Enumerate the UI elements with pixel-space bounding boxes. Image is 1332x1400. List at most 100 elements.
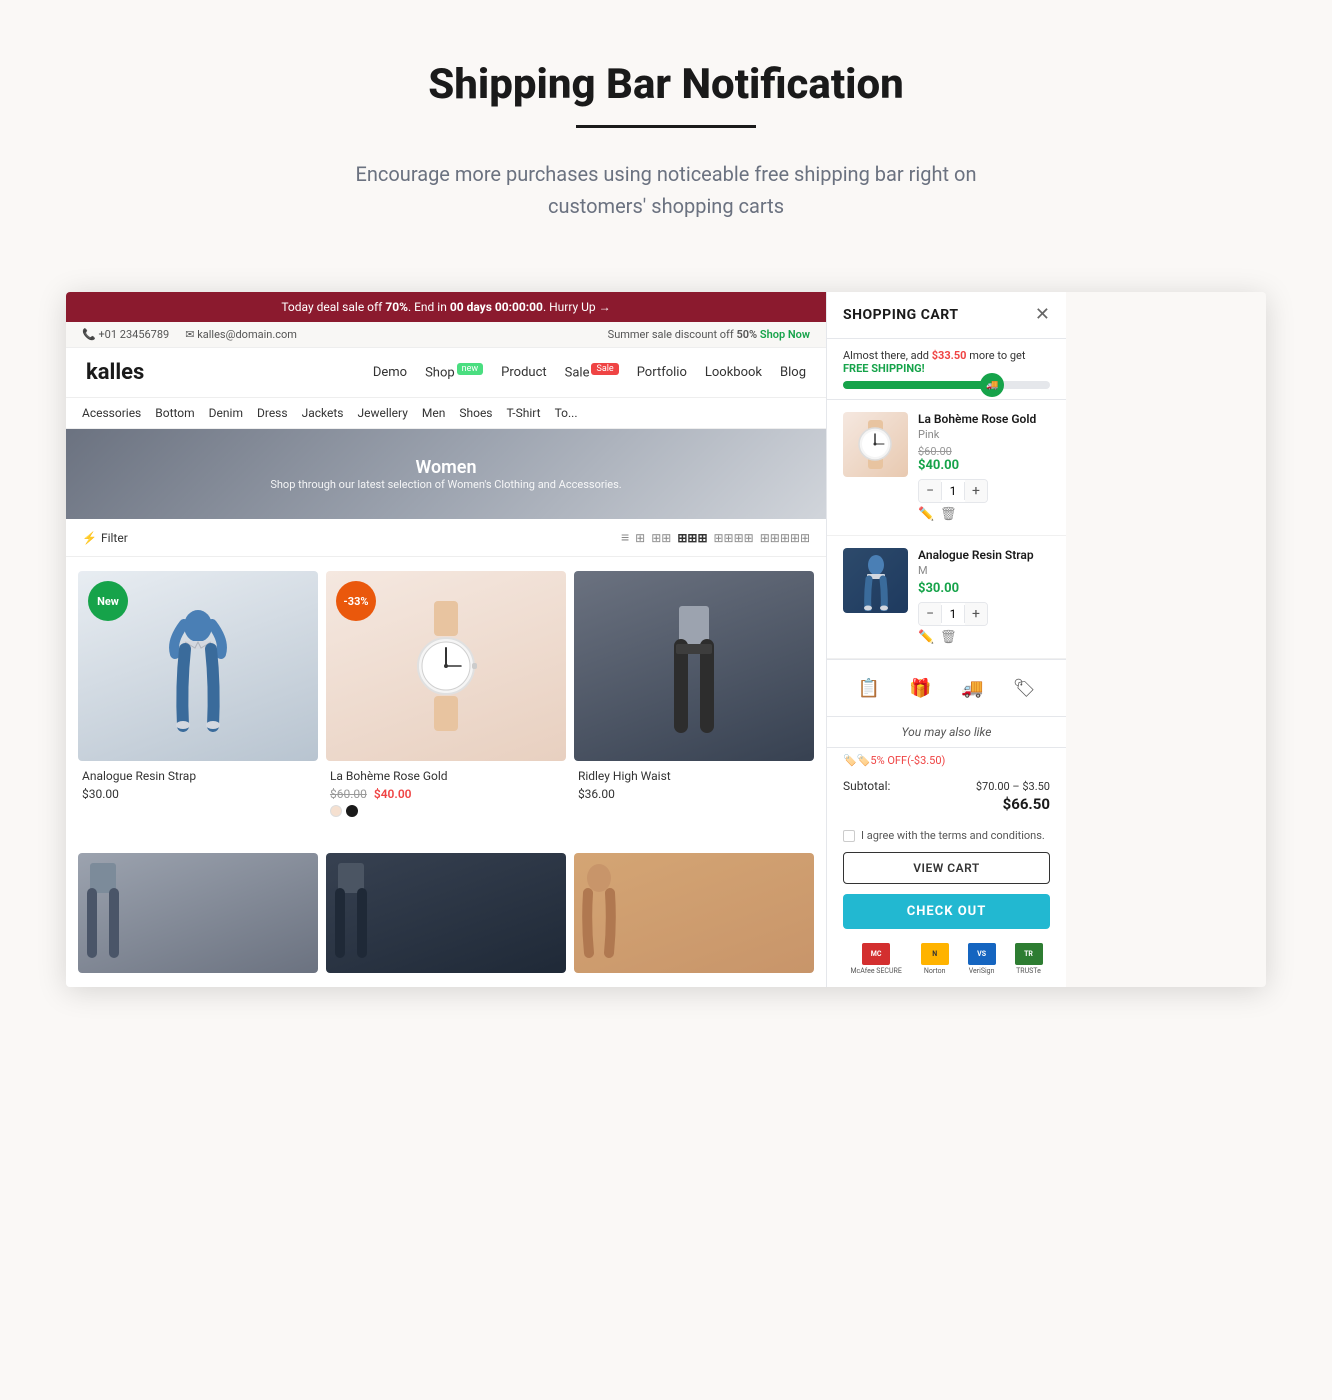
norton-icon: N xyxy=(921,943,949,965)
cart-feature-wishlist-icon[interactable]: 📋 xyxy=(851,670,887,706)
cart-item-details: Analogue Resin Strap M $30.00 − 1 + ✏️ 🗑 xyxy=(918,548,1050,646)
qty-decrease-button[interactable]: − xyxy=(919,480,941,502)
progress-fill xyxy=(843,381,998,389)
pants-svg xyxy=(659,586,729,746)
product-image-small[interactable] xyxy=(574,853,814,973)
truste-label: TRUSTe xyxy=(1016,967,1041,975)
shop-side: Today deal sale off 70%. End in 00 days … xyxy=(66,292,826,987)
truste-badge: TR TRUSTe xyxy=(1015,943,1043,975)
qty-increase-button[interactable]: + xyxy=(965,603,987,625)
qty-value: 1 xyxy=(941,482,965,500)
product-price: $60.00 $40.00 xyxy=(330,787,562,801)
verisign-label: VeriSign xyxy=(969,967,995,975)
cat-dress[interactable]: Dress xyxy=(257,406,288,420)
norton-badge: N Norton xyxy=(921,943,949,975)
product-name: Ridley High Waist xyxy=(578,769,810,783)
grid-4col-icon[interactable]: ⊞⊞⊞ xyxy=(677,531,707,545)
jogger-svg xyxy=(163,586,233,746)
grid-5col-icon[interactable]: ⊞⊞⊞⊞ xyxy=(714,531,754,545)
nav-portfolio[interactable]: Portfolio xyxy=(637,365,687,380)
cart-feature-shipping-icon[interactable]: 🚚 xyxy=(954,670,990,706)
cat-denim[interactable]: Denim xyxy=(209,406,243,420)
cart-feature-tag-icon[interactable]: 🏷 xyxy=(1006,670,1042,706)
cart-close-button[interactable]: ✕ xyxy=(1035,306,1050,324)
product-image[interactable]: -33% xyxy=(326,571,566,761)
filter-button[interactable]: ⚡ Filter xyxy=(82,531,128,545)
logo: kalles xyxy=(86,360,144,385)
delete-icon[interactable]: 🗑 xyxy=(940,630,956,646)
shipping-progress-bar: 🚚 xyxy=(843,381,1050,389)
grid-list-icon[interactable]: ≡ xyxy=(621,529,629,546)
quantity-control: − 1 + xyxy=(918,602,988,626)
product-image[interactable] xyxy=(574,571,814,761)
color-dot[interactable] xyxy=(330,805,342,817)
products-grid-row2 xyxy=(66,839,826,987)
cart-header: SHOPPING CART ✕ xyxy=(827,292,1066,339)
product-image[interactable]: New xyxy=(78,571,318,761)
nav-lookbook[interactable]: Lookbook xyxy=(705,365,762,380)
cat-bottom[interactable]: Bottom xyxy=(155,406,194,420)
edit-icon[interactable]: ✏️ xyxy=(918,630,934,646)
checkout-button[interactable]: CHECK OUT xyxy=(843,894,1050,929)
hero-section: Women Shop through our latest selection … xyxy=(66,429,826,519)
nav-blog[interactable]: Blog xyxy=(780,365,806,380)
announcement-text: Today deal sale off 70%. End in 00 days … xyxy=(281,300,610,314)
cart-side: SHOPPING CART ✕ Almost there, add $33.50… xyxy=(826,292,1066,987)
cat-jackets[interactable]: Jackets xyxy=(302,406,344,420)
cat-more[interactable]: To... xyxy=(555,406,578,420)
cart-jogger-svg xyxy=(856,551,896,611)
cat-accessories[interactable]: Acessories xyxy=(82,406,141,420)
also-like-section: You may also like xyxy=(827,717,1066,748)
qty-increase-button[interactable]: + xyxy=(965,480,987,502)
edit-icon[interactable]: ✏️ xyxy=(918,507,934,523)
filter-label: Filter xyxy=(101,531,128,545)
filter-icon: ⚡ xyxy=(82,531,97,545)
category-bar: Acessories Bottom Denim Dress Jackets Je… xyxy=(66,398,826,429)
cat-jewellery[interactable]: Jewellery xyxy=(357,406,407,420)
view-cart-button[interactable]: VIEW CART xyxy=(843,852,1050,884)
cart-item-variant: Pink xyxy=(918,428,1050,441)
demo-container: Today deal sale off 70%. End in 00 days … xyxy=(66,292,1266,987)
shipping-bar-section: Almost there, add $33.50 more to get FRE… xyxy=(827,339,1066,400)
product-name: Analogue Resin Strap xyxy=(82,769,314,783)
security-badges: MC McAfee SECURE N Norton VS VeriSign TR… xyxy=(827,935,1066,987)
nav-sale[interactable]: SaleSale xyxy=(565,364,619,380)
page-header: Shipping Bar Notification Encourage more… xyxy=(0,0,1332,262)
grid-2col-icon[interactable]: ⊞ xyxy=(635,531,645,545)
product-card-small xyxy=(574,853,814,973)
product-card: Ridley High Waist $36.00 xyxy=(574,571,814,825)
product-image-small[interactable] xyxy=(78,853,318,973)
cart-watch-svg xyxy=(848,417,903,472)
product-price: $30.00 xyxy=(82,787,314,801)
nav-bar: kalles Demo Shopnew Product SaleSale Por… xyxy=(66,348,826,398)
contact-bar: 📞 +01 23456789 ✉ kalles@domain.com Summe… xyxy=(66,322,826,348)
cart-item-name: La Bohème Rose Gold xyxy=(918,412,1050,426)
color-dot[interactable] xyxy=(346,805,358,817)
cart-item: La Bohème Rose Gold Pink $60.00 $40.00 −… xyxy=(827,400,1066,536)
cat-men[interactable]: Men xyxy=(422,406,445,420)
cart-item-name: Analogue Resin Strap xyxy=(918,548,1050,562)
qty-decrease-button[interactable]: − xyxy=(919,603,941,625)
cart-total: $66.50 xyxy=(843,795,1050,813)
product-image-small[interactable] xyxy=(326,853,566,973)
product-card: -33% xyxy=(326,571,566,825)
grid-3col-icon[interactable]: ⊞⊞ xyxy=(651,531,671,545)
terms-checkbox[interactable] xyxy=(843,830,855,842)
verisign-icon: VS xyxy=(968,943,996,965)
mcafee-icon: MC xyxy=(862,943,890,965)
nav-demo[interactable]: Demo xyxy=(373,365,407,380)
mcafee-label: McAfee SECURE xyxy=(850,967,901,975)
truste-icon: TR xyxy=(1015,943,1043,965)
quantity-control: − 1 + xyxy=(918,479,988,503)
product-card: New xyxy=(78,571,318,825)
cat-tshirt[interactable]: T-Shirt xyxy=(507,406,541,420)
delete-icon[interactable]: 🗑 xyxy=(940,507,956,523)
watch-svg xyxy=(406,596,486,736)
nav-shop[interactable]: Shopnew xyxy=(425,364,483,380)
nav-product[interactable]: Product xyxy=(501,365,546,380)
cart-title: SHOPPING CART xyxy=(843,307,959,323)
nav-links: Demo Shopnew Product SaleSale Portfolio … xyxy=(373,364,806,380)
cat-shoes[interactable]: Shoes xyxy=(459,406,492,420)
cart-feature-gift-icon[interactable]: 🎁 xyxy=(903,670,939,706)
grid-6col-icon[interactable]: ⊞⊞⊞⊞⊞ xyxy=(760,531,810,545)
